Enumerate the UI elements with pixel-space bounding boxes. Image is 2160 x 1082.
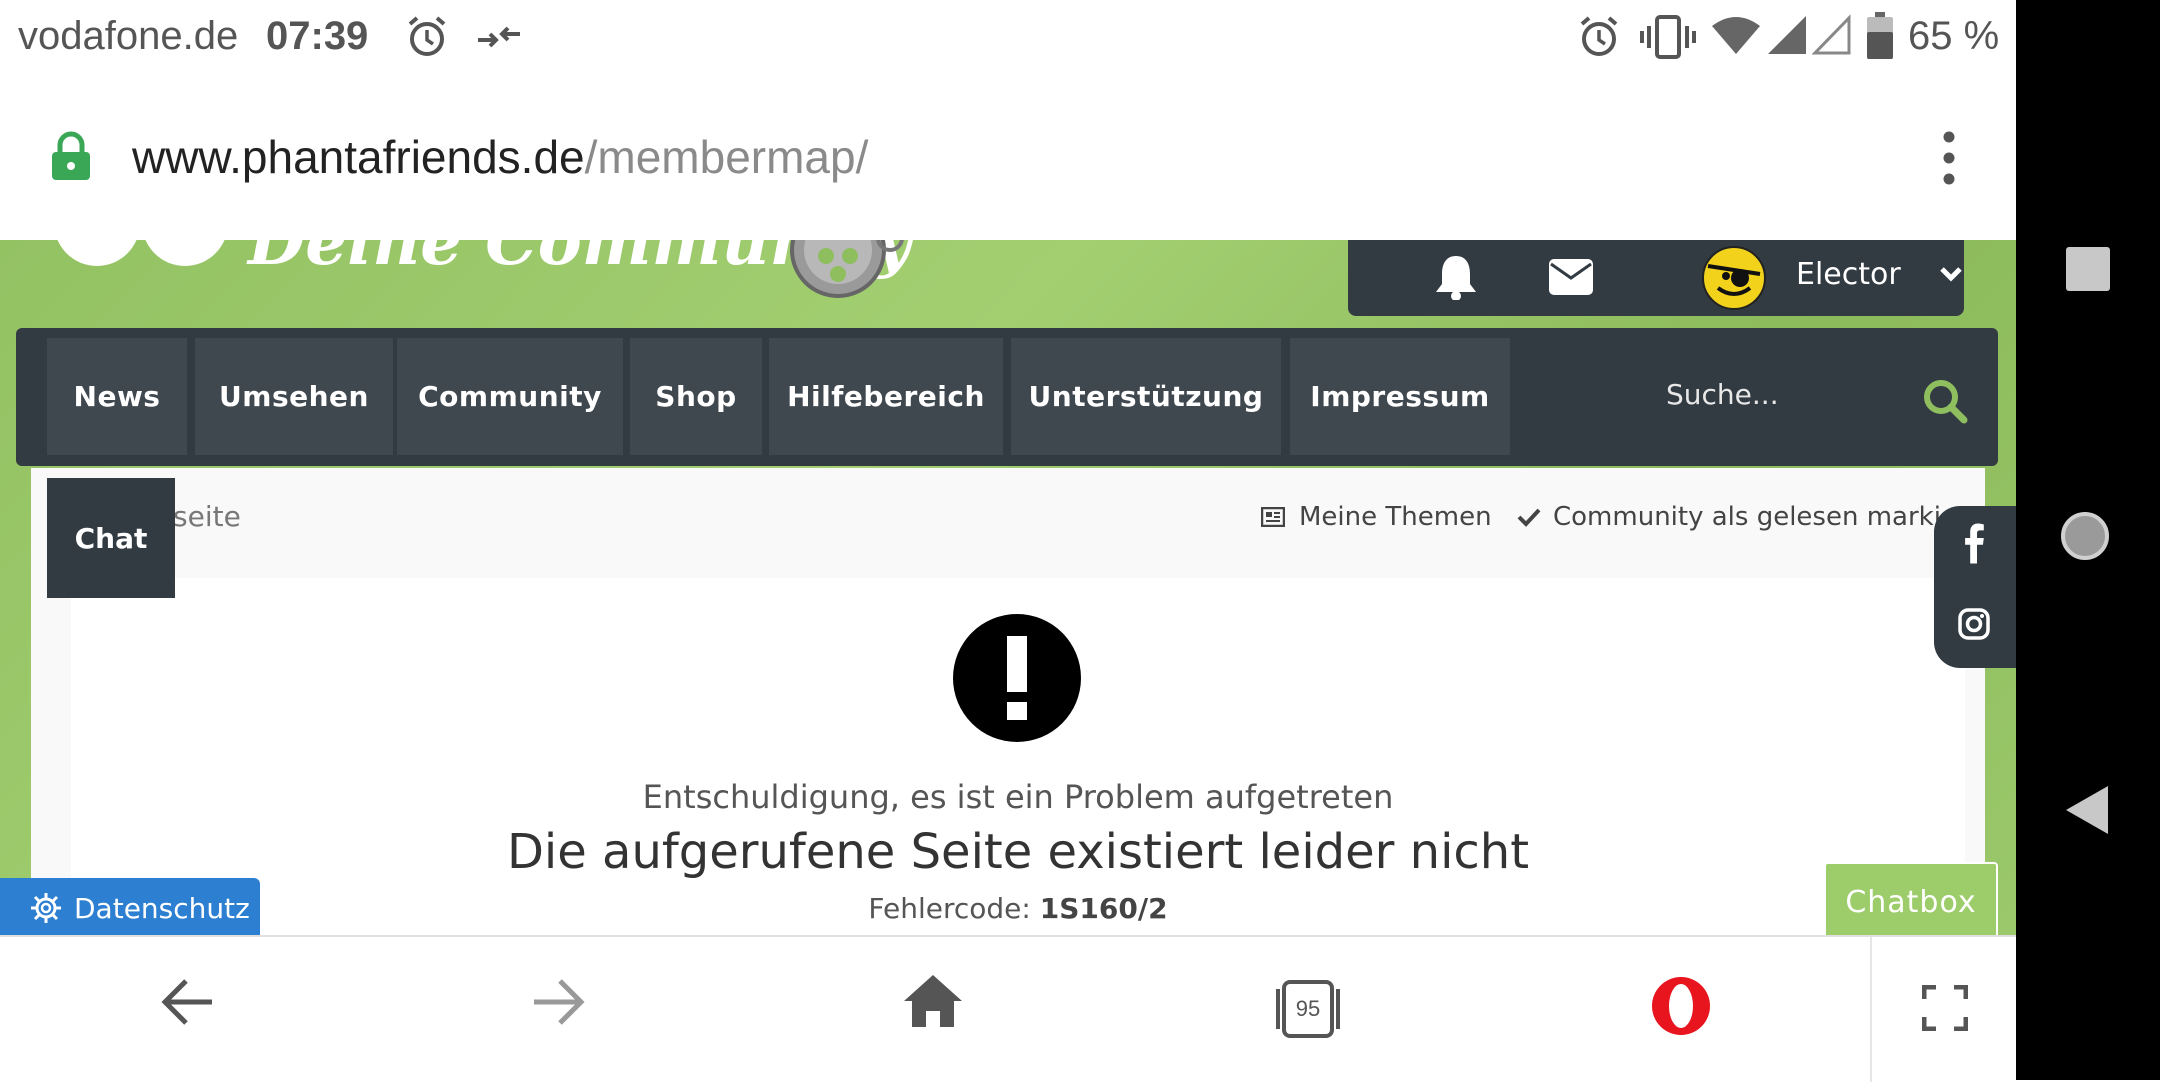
nav-item-news[interactable]: News bbox=[47, 338, 187, 455]
exclamation-circle-icon bbox=[953, 614, 1081, 742]
datenschutz-button[interactable]: Datenschutz bbox=[0, 878, 260, 935]
nav-item-shop[interactable]: Shop bbox=[630, 338, 762, 455]
my-topics-label: Meine Themen bbox=[1299, 502, 1492, 532]
tabs-button[interactable]: 95 bbox=[1272, 979, 1344, 1039]
back-nav-button[interactable] bbox=[2064, 784, 2110, 836]
facebook-icon[interactable] bbox=[1958, 522, 1992, 572]
forward-arrow-icon[interactable] bbox=[532, 977, 586, 1027]
nav-item-community[interactable]: Community bbox=[397, 338, 623, 455]
tab-count: 95 bbox=[1295, 996, 1321, 1021]
url-path: /membermap/ bbox=[584, 131, 869, 183]
error-intro: Entschuldigung, es ist ein Problem aufge… bbox=[642, 778, 1394, 816]
content-area: seite Meine Themen Community als gelesen… bbox=[31, 468, 2000, 935]
chat-tab[interactable]: Chat bbox=[47, 478, 175, 598]
opera-icon[interactable] bbox=[1650, 975, 1712, 1037]
toolbar-divider bbox=[1870, 937, 1872, 1082]
main-nav: News Umsehen Community Shop Hilfebereich… bbox=[16, 328, 1998, 466]
error-code-value: 1S160/2 bbox=[1039, 892, 1168, 925]
nav-item-umsehen[interactable]: Umsehen bbox=[195, 338, 393, 455]
nav-item-hilfebereich[interactable]: Hilfebereich bbox=[769, 338, 1003, 455]
instagram-icon[interactable] bbox=[1956, 606, 1992, 642]
back-arrow-icon[interactable] bbox=[160, 977, 214, 1027]
data-saver-icon bbox=[478, 26, 520, 48]
web-viewport: Deine Community Elector News Umsehen Com… bbox=[0, 240, 2016, 935]
error-code: Fehlercode: 1S160/2 bbox=[71, 892, 1965, 925]
search-icon[interactable] bbox=[1922, 378, 1968, 424]
breadcrumb[interactable]: seite bbox=[173, 500, 241, 533]
chatbox-button[interactable]: Chatbox bbox=[1824, 862, 1998, 935]
alarm-icon bbox=[408, 16, 446, 56]
url-domain: www.phantafriends.de bbox=[132, 131, 585, 183]
signal-icon bbox=[1768, 16, 1806, 54]
nav-item-impressum[interactable]: Impressum bbox=[1290, 338, 1510, 455]
more-vert-icon[interactable] bbox=[1936, 131, 1962, 185]
social-sidebar bbox=[1934, 506, 2016, 668]
status-clock: 07:39 bbox=[266, 14, 369, 58]
signal-empty-icon bbox=[1812, 14, 1851, 55]
username[interactable]: Elector bbox=[1796, 257, 1901, 292]
error-code-label: Fehlercode: bbox=[868, 892, 1031, 925]
error-title: Die aufgerufene Seite existiert leider n… bbox=[506, 824, 1530, 880]
url-bar[interactable]: www.phantafriends.de/membermap/ bbox=[0, 75, 2016, 241]
nav-item-unterstuetzung[interactable]: Unterstützung bbox=[1011, 338, 1281, 455]
mark-read-label: Community als gelesen markieren bbox=[1553, 502, 2000, 532]
avatar[interactable] bbox=[1702, 246, 1766, 310]
lock-icon bbox=[52, 131, 90, 180]
search-input[interactable] bbox=[1666, 378, 1866, 411]
mail-icon[interactable] bbox=[1548, 258, 1594, 296]
status-bar: vodafone.de 07:39 65 % bbox=[0, 0, 2016, 75]
mark-read-link[interactable]: Community als gelesen markieren bbox=[1517, 502, 2000, 532]
my-topics-link[interactable]: Meine Themen bbox=[1261, 502, 1492, 532]
chevron-down-icon[interactable] bbox=[1940, 266, 1962, 282]
alarm-icon bbox=[1580, 16, 1618, 56]
browser-toolbar: 95 bbox=[0, 935, 2016, 1082]
search-area bbox=[1666, 338, 1968, 455]
error-card: Entschuldigung, es ist ein Problem aufge… bbox=[71, 578, 1965, 935]
datenschutz-label: Datenschutz bbox=[74, 891, 250, 925]
battery-icon bbox=[1867, 12, 1893, 59]
user-panel: Elector bbox=[1348, 240, 1964, 316]
recents-button[interactable] bbox=[2066, 247, 2110, 291]
settings-gear-icon bbox=[31, 893, 61, 923]
android-nav-bar bbox=[2016, 0, 2160, 1080]
bell-icon[interactable] bbox=[1434, 254, 1478, 300]
vibrate-icon bbox=[1640, 15, 1696, 59]
carrier-name: vodafone.de bbox=[18, 14, 239, 58]
gear-icon bbox=[790, 240, 904, 298]
home-nav-button[interactable] bbox=[2061, 512, 2109, 560]
wifi-icon bbox=[1712, 17, 1760, 54]
check-icon bbox=[1517, 508, 1541, 527]
home-icon[interactable] bbox=[902, 973, 964, 1029]
battery-percent: 65 % bbox=[1908, 14, 2000, 58]
fullscreen-icon[interactable] bbox=[1922, 985, 1968, 1031]
url-text[interactable]: www.phantafriends.de/membermap/ bbox=[132, 130, 868, 184]
newspaper-icon bbox=[1261, 507, 1285, 527]
